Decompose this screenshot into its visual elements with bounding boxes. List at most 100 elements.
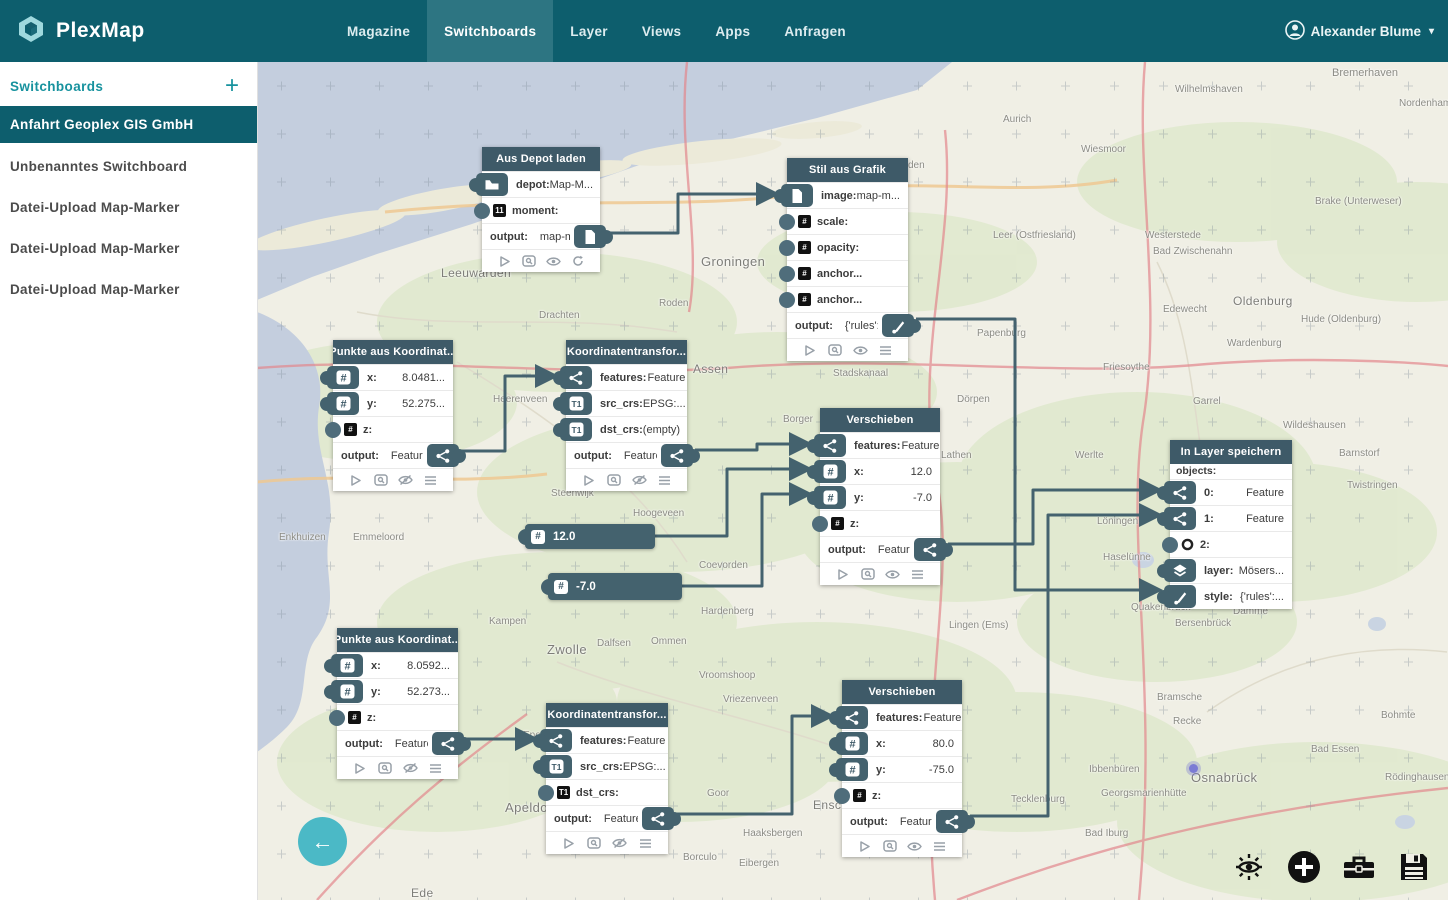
visibility-button[interactable] bbox=[1231, 851, 1267, 887]
nav-item-magazine[interactable]: Magazine bbox=[330, 0, 427, 62]
input-port-hash-icon[interactable]: # bbox=[327, 392, 359, 415]
node-row-z[interactable]: #z: bbox=[842, 782, 962, 808]
switchboard-canvas[interactable]: BremerhavenWilhelmshavenNordenhamAurichW… bbox=[257, 62, 1448, 900]
sidebar-item-datei-upload-3[interactable]: Datei-Upload Map-Marker bbox=[0, 272, 257, 307]
row-value[interactable]: 52.273... bbox=[407, 686, 458, 698]
list-icon[interactable] bbox=[657, 474, 672, 487]
output-port-share-icon[interactable] bbox=[642, 807, 674, 830]
list-icon[interactable] bbox=[638, 837, 653, 850]
node-row-scale[interactable]: #scale: bbox=[787, 208, 908, 234]
play-icon[interactable] bbox=[348, 474, 363, 487]
row-value[interactable]: Mösers... bbox=[1239, 565, 1292, 577]
node-row-src_crs[interactable]: T1src_crs:EPSG:... bbox=[566, 390, 687, 416]
input-port-hash-icon[interactable]: # bbox=[331, 680, 363, 703]
row-value[interactable]: 12.0 bbox=[911, 466, 940, 478]
input-port-share-icon[interactable] bbox=[1164, 507, 1196, 530]
sidebar-item-datei-upload-2[interactable]: Datei-Upload Map-Marker bbox=[0, 231, 257, 266]
node-row-y[interactable]: #y:52.273... bbox=[337, 678, 458, 704]
node-row-anchor[interactable]: #anchor... bbox=[787, 260, 908, 286]
row-value[interactable]: Feature bbox=[395, 738, 428, 750]
unconnected-port[interactable] bbox=[329, 710, 345, 726]
play-icon[interactable] bbox=[561, 837, 576, 850]
node-row-features[interactable]: features:Feature bbox=[546, 727, 668, 753]
row-value[interactable]: 8.0481... bbox=[402, 372, 453, 384]
node-row-x[interactable]: #x:12.0 bbox=[820, 458, 940, 484]
input-port-share-icon[interactable] bbox=[560, 366, 592, 389]
node-title[interactable]: Punkte aus Koordinat... bbox=[337, 628, 458, 652]
add-button[interactable] bbox=[1286, 851, 1322, 887]
input-port-text-icon[interactable]: T1 bbox=[560, 418, 592, 441]
row-value[interactable]: (empty) bbox=[643, 424, 687, 436]
input-port-hash-icon[interactable]: # bbox=[814, 486, 846, 509]
node-title[interactable]: Verschieben bbox=[820, 408, 940, 432]
row-value[interactable]: Feature bbox=[647, 372, 685, 384]
nav-item-switchboards[interactable]: Switchboards bbox=[427, 0, 553, 62]
node-row-output[interactable]: output:{'rules':... bbox=[787, 312, 908, 338]
output-port-brush-icon[interactable] bbox=[882, 314, 914, 337]
list-icon[interactable] bbox=[423, 474, 438, 487]
node-row-style[interactable]: style:{'rules':... bbox=[1170, 583, 1292, 609]
play-icon[interactable] bbox=[857, 840, 872, 853]
node-row-y[interactable]: #y:-75.0 bbox=[842, 756, 962, 782]
row-value[interactable]: {'rules':... bbox=[1240, 591, 1292, 603]
node-title[interactable]: Stil aus Grafik bbox=[787, 158, 908, 182]
play-icon[interactable] bbox=[581, 474, 596, 487]
brand[interactable]: PlexMap bbox=[16, 0, 145, 62]
inspect-icon[interactable] bbox=[860, 568, 875, 581]
node-row-x[interactable]: #x:80.0 bbox=[842, 730, 962, 756]
row-value[interactable]: Feature bbox=[627, 735, 665, 747]
node-title[interactable]: Koordinatentransfor... bbox=[546, 703, 668, 727]
value-pill[interactable]: #12.0 bbox=[525, 524, 655, 549]
eye-off-icon[interactable] bbox=[632, 474, 647, 487]
node-koordinatentransformation-2[interactable]: Koordinatentransfor...features:FeatureT1… bbox=[546, 703, 668, 854]
back-button[interactable]: ← bbox=[298, 817, 347, 866]
nav-item-apps[interactable]: Apps bbox=[698, 0, 767, 62]
value-pill[interactable]: #-7.0 bbox=[548, 573, 682, 600]
output-port-share-icon[interactable] bbox=[936, 810, 968, 833]
row-value[interactable]: {'rules':... bbox=[845, 320, 878, 332]
node-title[interactable]: Koordinatentransfor... bbox=[566, 340, 687, 364]
eye-icon[interactable] bbox=[885, 568, 900, 581]
user-menu[interactable]: Alexander Blume ▾ bbox=[1285, 0, 1434, 62]
node-row-z[interactable]: #z: bbox=[333, 416, 453, 442]
input-port-text-icon[interactable]: T1 bbox=[540, 755, 572, 778]
output-port-share-icon[interactable] bbox=[914, 538, 946, 561]
nav-item-anfragen[interactable]: Anfragen bbox=[767, 0, 863, 62]
node-row-y[interactable]: #y:-7.0 bbox=[820, 484, 940, 510]
node-verschieben-1[interactable]: Verschiebenfeatures:Feature#x:12.0#y:-7.… bbox=[820, 408, 940, 585]
row-value[interactable]: 52.275... bbox=[402, 398, 453, 410]
input-port-hash-icon[interactable]: # bbox=[331, 654, 363, 677]
input-port-brush-icon[interactable] bbox=[1164, 585, 1196, 608]
node-row-features[interactable]: features:Feature bbox=[842, 704, 962, 730]
refresh-icon[interactable] bbox=[570, 255, 585, 268]
list-icon[interactable] bbox=[910, 568, 925, 581]
node-row-output[interactable]: output:Feature bbox=[333, 442, 453, 468]
output-port-share-icon[interactable] bbox=[427, 444, 459, 467]
output-port-file-icon[interactable] bbox=[574, 225, 606, 248]
node-aus-depot-laden[interactable]: Aus Depot ladendepot:Map-M...11moment:ou… bbox=[482, 147, 600, 272]
play-icon[interactable] bbox=[802, 344, 817, 357]
input-port-layers-icon[interactable] bbox=[1164, 559, 1196, 582]
node-koordinatentransformation-1[interactable]: Koordinatentransfor...features:FeatureT1… bbox=[566, 340, 687, 491]
node-row-0[interactable]: 0:Feature bbox=[1170, 480, 1292, 505]
node-row-z[interactable]: #z: bbox=[337, 704, 458, 730]
node-title[interactable]: Verschieben bbox=[842, 680, 962, 704]
node-title[interactable]: In Layer speichern bbox=[1170, 440, 1292, 464]
node-title[interactable]: Aus Depot laden bbox=[482, 147, 600, 171]
inspect-icon[interactable] bbox=[373, 474, 388, 487]
row-value[interactable]: Feature bbox=[901, 440, 939, 452]
node-row-features[interactable]: features:Feature bbox=[820, 432, 940, 458]
row-value[interactable]: Feature bbox=[878, 544, 910, 556]
unconnected-port[interactable] bbox=[779, 214, 795, 230]
node-row-src_crs[interactable]: T1src_crs:EPSG:... bbox=[546, 753, 668, 779]
eye-icon[interactable] bbox=[546, 255, 561, 268]
node-row-z[interactable]: #z: bbox=[820, 510, 940, 536]
inspect-icon[interactable] bbox=[377, 762, 392, 775]
node-row-anchor[interactable]: #anchor... bbox=[787, 286, 908, 312]
node-row-1[interactable]: 1:Feature bbox=[1170, 505, 1292, 531]
node-row-output[interactable]: output:map-m... bbox=[482, 223, 600, 249]
unconnected-port[interactable] bbox=[1162, 537, 1178, 553]
eye-off-icon[interactable] bbox=[398, 474, 413, 487]
inspect-icon[interactable] bbox=[587, 837, 602, 850]
nav-item-views[interactable]: Views bbox=[625, 0, 699, 62]
